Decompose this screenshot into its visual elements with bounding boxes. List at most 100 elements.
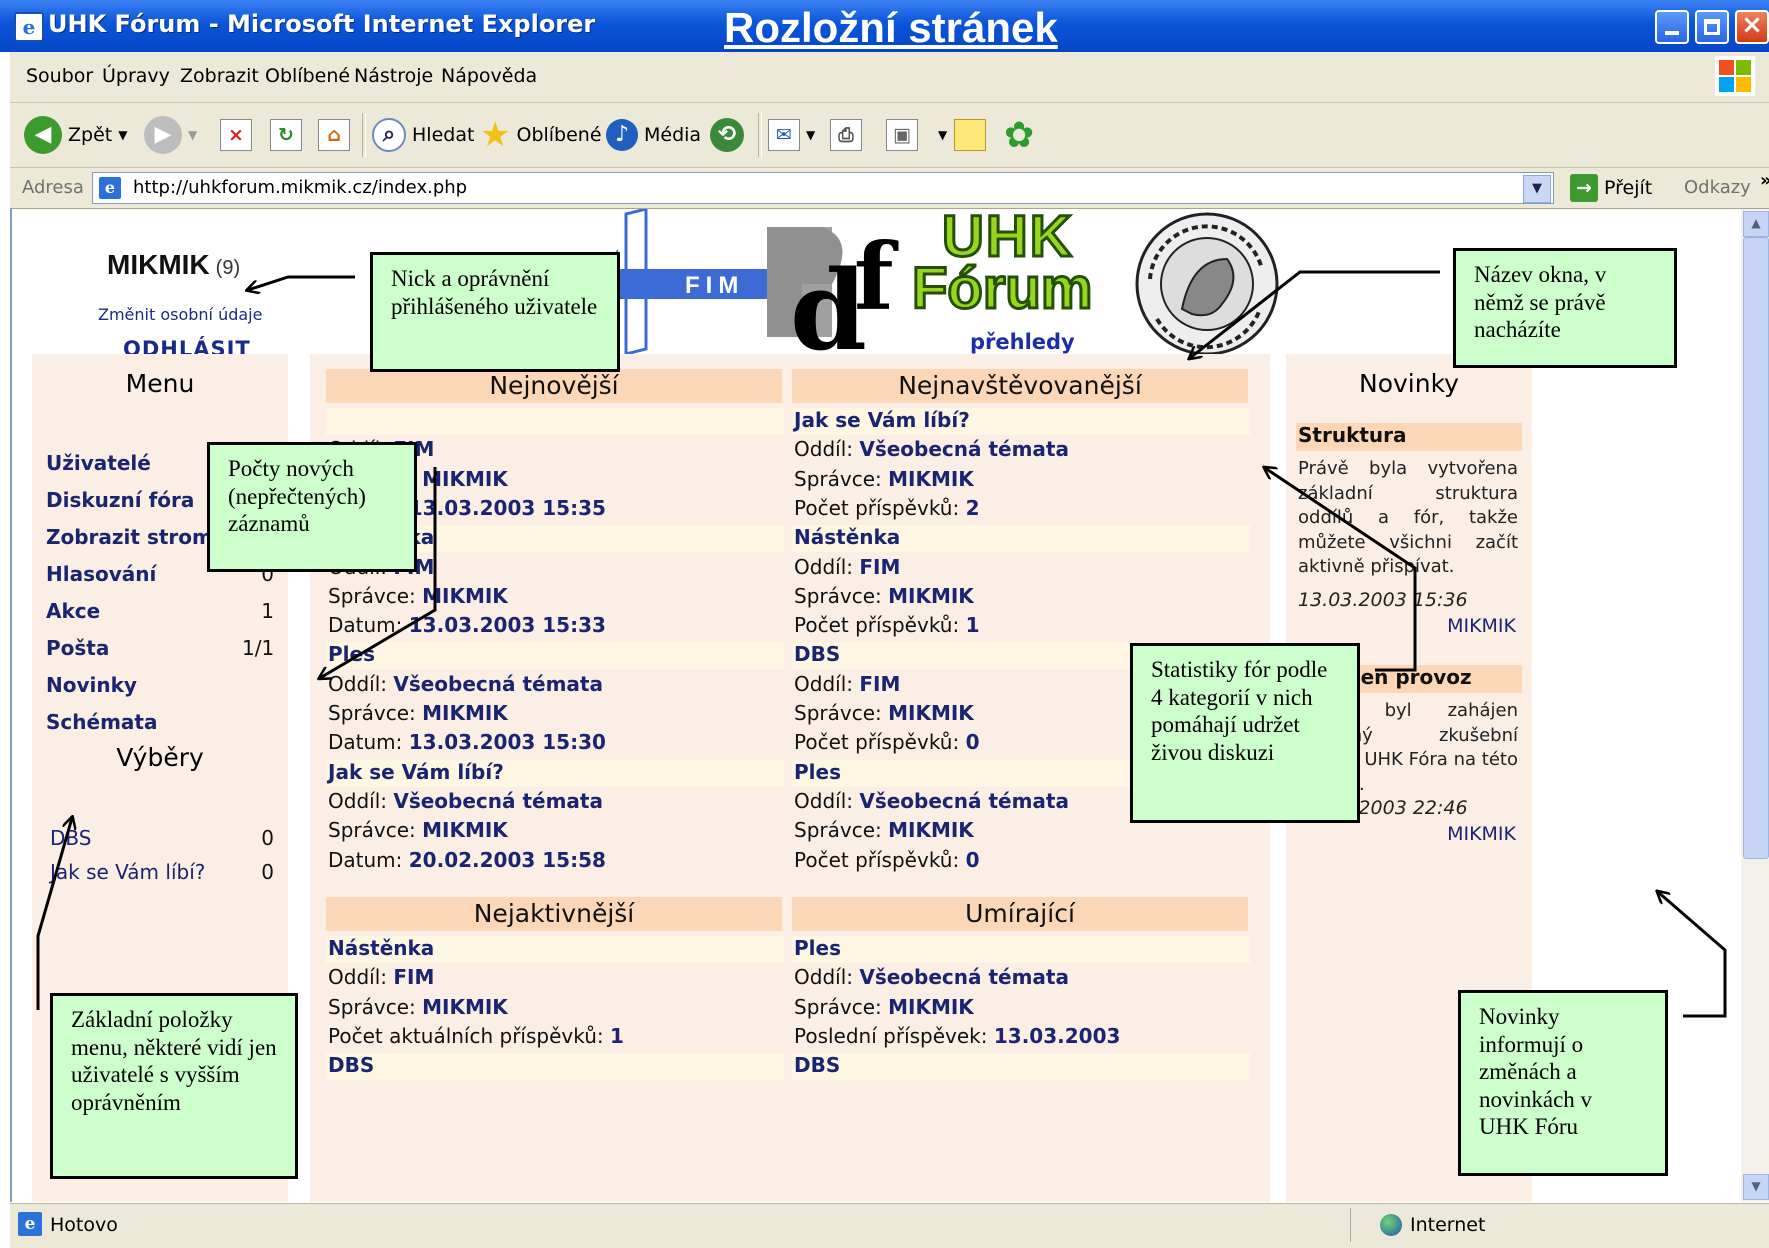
window-title: UHK Fórum - Microsoft Internet Explorer xyxy=(48,10,596,38)
menu-item[interactable]: Akce xyxy=(46,599,100,623)
refresh-button[interactable]: ↻ xyxy=(270,115,302,155)
back-button[interactable]: ◀ Zpět ▼ xyxy=(24,115,127,155)
menu-napoveda[interactable]: Nápověda xyxy=(441,65,537,87)
detail-label: Správce: xyxy=(794,466,889,491)
address-input[interactable]: e http://uhkforum.mikmik.cz/index.php ▼ xyxy=(92,172,1554,204)
selection-item[interactable]: Jak se Vám líbí? xyxy=(50,860,205,884)
item-detail: Oddíl: FIM xyxy=(794,555,900,579)
note-icon xyxy=(954,119,986,151)
forward-arrow-icon: ▶ xyxy=(144,116,182,154)
menu-upravy[interactable]: Úpravy xyxy=(102,65,170,87)
detail-label: Správce: xyxy=(794,583,889,608)
news-item-text: Právě byla vytvořena základní struktura … xyxy=(1298,458,1518,577)
item-title[interactable]: Ples xyxy=(792,936,1250,963)
callout-news: Novinky informují o změnách a novinkách … xyxy=(1458,990,1668,1176)
menu-item-count: 1 xyxy=(261,599,274,623)
edit-icon: ▣ xyxy=(886,119,918,151)
address-bar: Adresa e http://uhkforum.mikmik.cz/index… xyxy=(10,168,1769,209)
menu-nastroje[interactable]: Nástroje xyxy=(354,65,433,87)
mail-button[interactable]: ✉ ▼ xyxy=(768,115,815,155)
address-url: http://uhkforum.mikmik.cz/index.php xyxy=(133,177,468,198)
menu-oblibene[interactable]: Oblíbené xyxy=(265,65,350,87)
maximize-button[interactable] xyxy=(1695,10,1729,44)
minimize-button[interactable] xyxy=(1655,10,1689,44)
detail-value: 13.03.2003 xyxy=(993,1023,1121,1048)
title-bar: e UHK Fórum - Microsoft Internet Explore… xyxy=(0,0,1769,52)
dropdown-icon: ▼ xyxy=(188,128,198,142)
detail-label: Správce: xyxy=(328,583,423,608)
detail-value: FIM xyxy=(859,554,901,579)
stop-button[interactable]: × xyxy=(220,115,252,155)
forward-button[interactable]: ▶ ▼ xyxy=(144,115,197,155)
security-zone: Internet xyxy=(1380,1214,1485,1236)
page-icon: e xyxy=(99,177,121,199)
history-button[interactable]: ⟲ xyxy=(710,115,744,155)
menu-item[interactable]: Novinky xyxy=(46,673,137,697)
callout-menu: Základní položky menu, některé vidí jen … xyxy=(50,993,298,1179)
item-detail: Počet příspěvků: 1 xyxy=(794,613,979,637)
item-detail: Oddíl: Všeobecná témata xyxy=(328,672,603,696)
news-item-author[interactable]: MIKMIK xyxy=(1298,615,1516,637)
edit-button[interactable]: ▣ ▼ xyxy=(886,115,947,155)
scroll-down-icon[interactable]: ▼ xyxy=(1743,1174,1769,1200)
favorites-button[interactable]: ★ Oblíbené xyxy=(480,115,602,155)
item-title[interactable]: DBS xyxy=(326,1053,784,1081)
item-detail: Počet příspěvků: 2 xyxy=(794,496,979,520)
search-button[interactable]: ⌕ Hledat xyxy=(372,115,474,155)
item-title[interactable]: Jak se Vám líbí? xyxy=(792,408,1250,435)
detail-label: Počet aktuálních příspěvků: xyxy=(328,1023,610,1048)
scroll-up-icon[interactable]: ▲ xyxy=(1743,211,1769,237)
vertical-scrollbar[interactable]: ▲ ▼ xyxy=(1741,209,1769,1202)
detail-value: MIKMIK xyxy=(888,583,974,608)
scroll-thumb[interactable] xyxy=(1743,237,1769,859)
search-label: Hledat xyxy=(412,124,475,146)
discuss-button[interactable] xyxy=(954,115,986,155)
item-title[interactable]: Jak se Vám líbí? xyxy=(326,759,784,787)
svg-text:f: f xyxy=(854,223,899,331)
item-title[interactable]: Ples xyxy=(326,642,784,670)
menu-item[interactable]: Diskuzní fóra xyxy=(46,488,194,512)
detail-value: 13.03.2003 15:35 xyxy=(408,495,606,520)
menu-item[interactable]: Uživatelé xyxy=(46,451,151,475)
address-dropdown-icon[interactable]: ▼ xyxy=(1523,175,1551,203)
print-button[interactable]: ⎙ xyxy=(830,115,862,155)
pdf-logo: d f xyxy=(767,223,899,354)
item-detail: Počet příspěvků: 0 xyxy=(794,848,979,872)
item-title[interactable]: Nástěnka xyxy=(792,525,1250,553)
status-text: Hotovo xyxy=(50,1214,118,1236)
item-detail: Správce: MIKMIK xyxy=(794,995,974,1019)
detail-value: Všeobecná témata xyxy=(859,437,1069,462)
address-label: Adresa xyxy=(22,177,84,198)
detail-value: MIKMIK xyxy=(422,583,508,608)
item-title[interactable]: Nástěnka xyxy=(326,936,784,963)
selection-item[interactable]: DBS xyxy=(50,826,91,850)
menu-item[interactable]: Hlasování xyxy=(46,562,156,586)
print-icon: ⎙ xyxy=(830,119,862,151)
selection-count: 0 xyxy=(261,860,274,884)
item-title[interactable] xyxy=(326,408,784,435)
go-button[interactable]: → Přejít xyxy=(1570,174,1652,202)
menu-item[interactable]: Zobrazit strom xyxy=(46,525,213,549)
item-detail: Oddíl: Všeobecná témata xyxy=(794,789,1069,813)
university-seal-icon xyxy=(1135,212,1279,356)
detail-label: Správce: xyxy=(328,994,423,1019)
menu-soubor[interactable]: Soubor xyxy=(26,65,93,87)
detail-label: Oddíl: xyxy=(794,554,860,579)
links-button[interactable]: Odkazy xyxy=(1684,177,1751,198)
change-profile-link[interactable]: Změnit osobní údaje xyxy=(98,305,262,324)
links-more-icon[interactable]: » xyxy=(1760,170,1769,191)
detail-value: Všeobecná témata xyxy=(393,671,603,696)
detail-label: Oddíl: xyxy=(328,788,394,813)
home-button[interactable]: ⌂ xyxy=(318,115,350,155)
dropdown-icon: ▼ xyxy=(938,128,948,142)
item-detail: Správce: MIKMIK xyxy=(794,818,974,842)
menu-item[interactable]: Pošta xyxy=(46,636,109,660)
news-item-author[interactable]: MIKMIK xyxy=(1298,823,1516,845)
news-item-title: Struktura xyxy=(1296,423,1522,451)
close-button[interactable]: × xyxy=(1735,10,1769,44)
item-title[interactable]: DBS xyxy=(792,1053,1250,1081)
menu-item[interactable]: Schémata xyxy=(46,710,157,734)
messenger-button[interactable]: ✿ xyxy=(1004,115,1034,156)
menu-zobrazit[interactable]: Zobrazit xyxy=(180,65,259,87)
media-button[interactable]: ♪ Média xyxy=(606,115,701,155)
